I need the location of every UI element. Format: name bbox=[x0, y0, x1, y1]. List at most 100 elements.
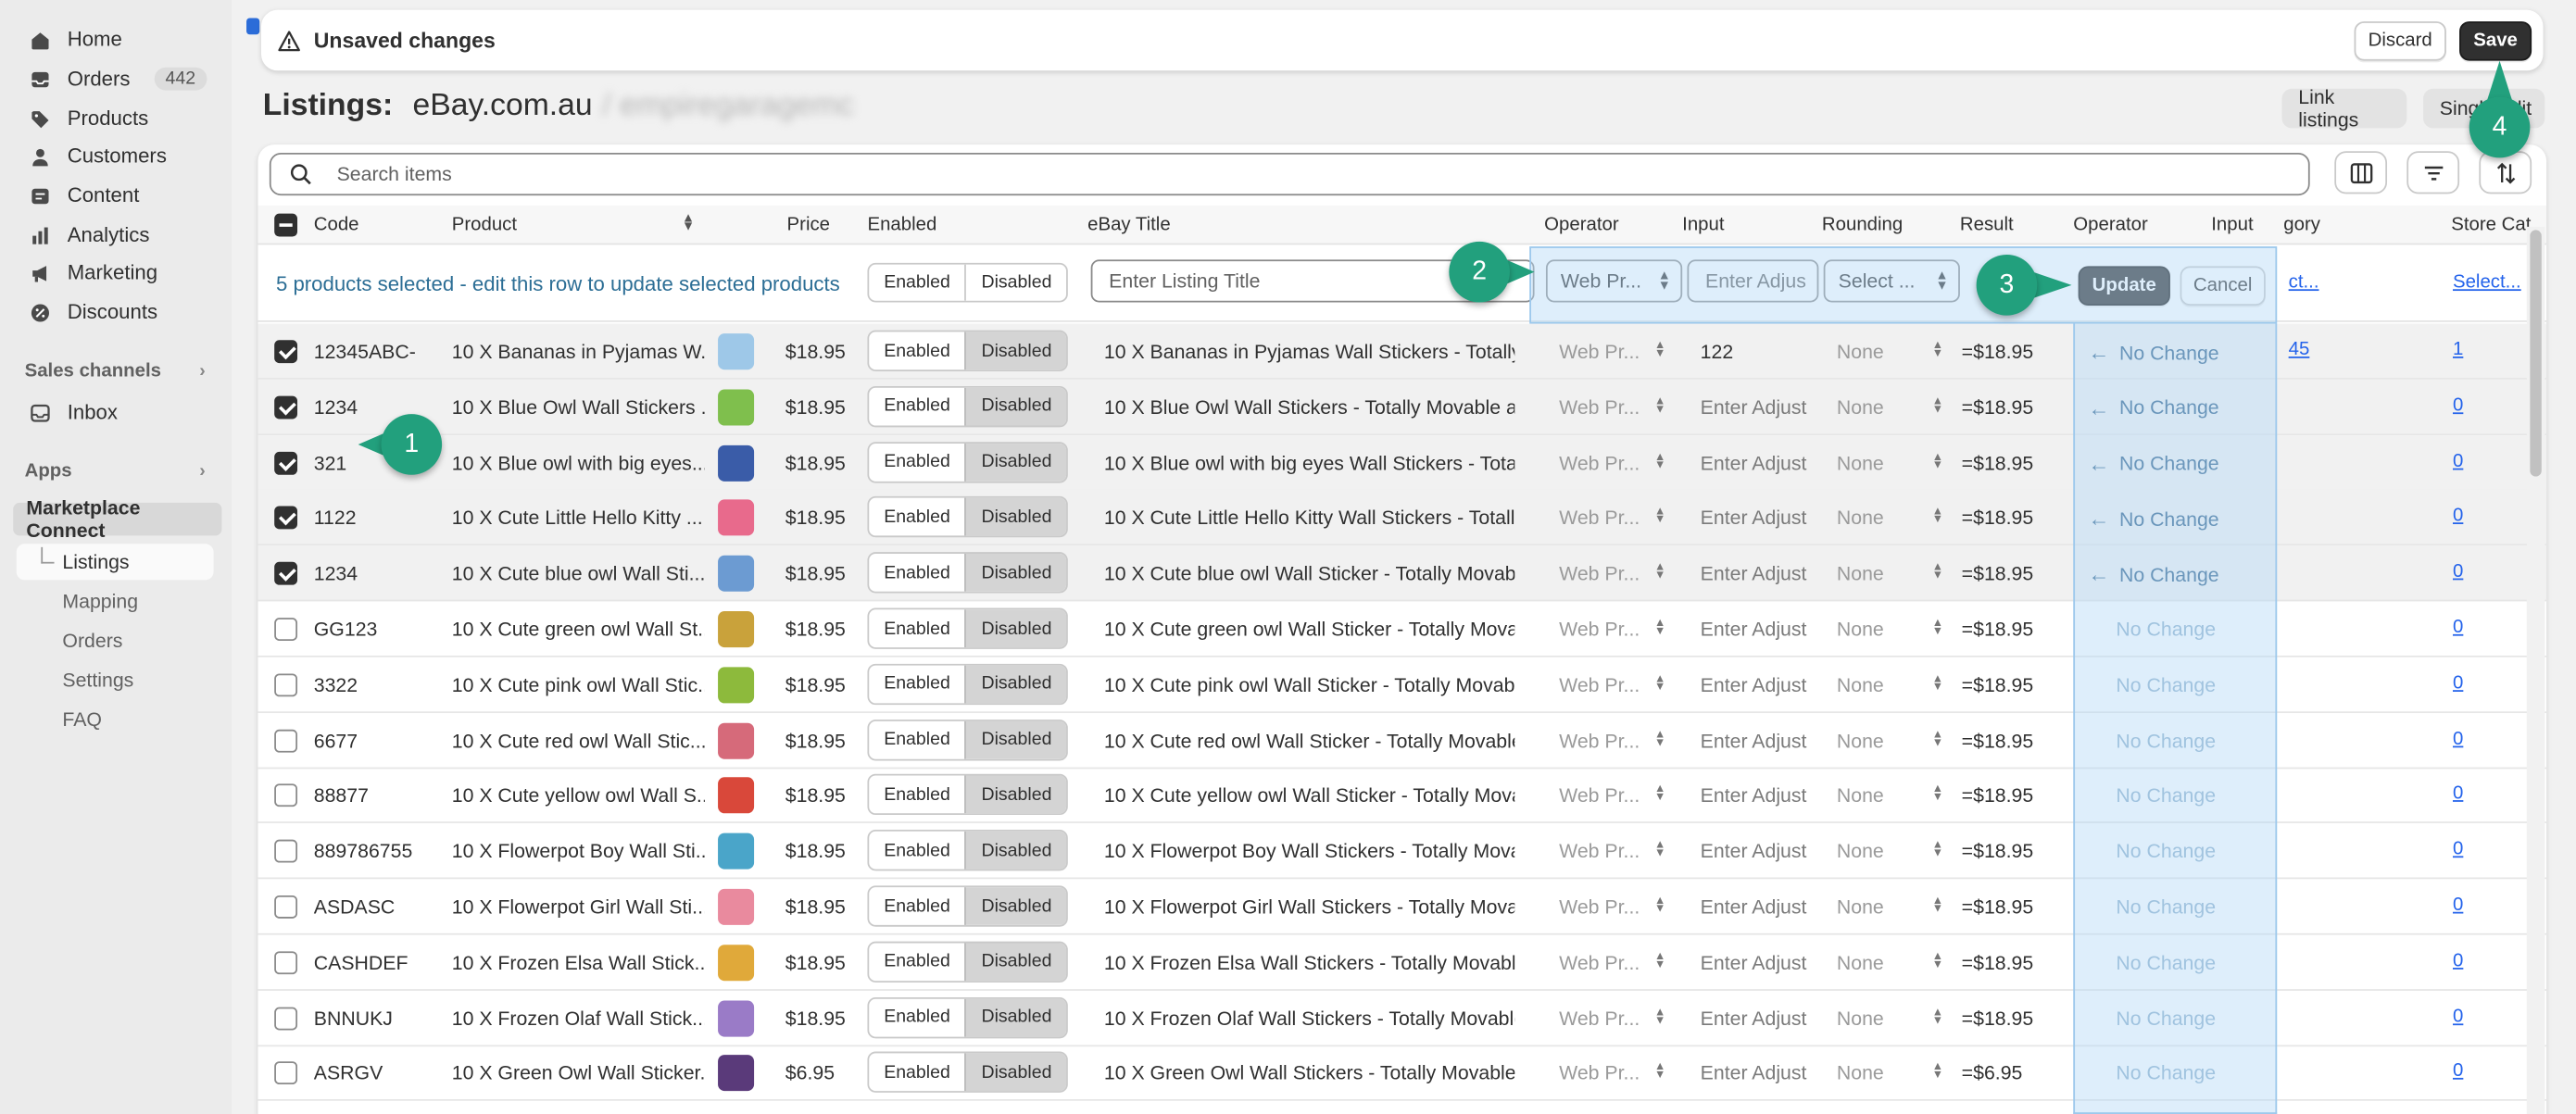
filter-button[interactable] bbox=[2406, 151, 2460, 194]
row-rounding-select[interactable]: None ▲ ▼ bbox=[1837, 895, 1943, 919]
row-disabled-option[interactable]: Disabled bbox=[964, 387, 1067, 426]
row-store-category-link[interactable]: 0 bbox=[2453, 729, 2463, 748]
row-adjust-input[interactable]: Enter Adjust bbox=[1701, 840, 1807, 863]
row-adjust-input[interactable]: Enter Adjust bbox=[1701, 1062, 1807, 1085]
row-ebay-title[interactable]: 10 X Flowerpot Boy Wall Stickers - Total… bbox=[1104, 840, 1514, 863]
row-disabled-option[interactable]: Disabled bbox=[964, 776, 1067, 814]
row-enabled-option[interactable]: Enabled bbox=[869, 498, 965, 536]
row-disabled-option[interactable]: Disabled bbox=[964, 720, 1067, 759]
row-rounding-select[interactable]: None ▲ ▼ bbox=[1837, 562, 1943, 585]
row-enabled-option[interactable]: Enabled bbox=[869, 1054, 965, 1092]
row-adjust-input[interactable]: Enter Adjust bbox=[1701, 618, 1807, 641]
column-header-store-category[interactable]: Store Cat bbox=[2451, 215, 2531, 234]
row-enabled-option[interactable]: Enabled bbox=[869, 998, 965, 1036]
row-store-category-link[interactable]: 0 bbox=[2453, 673, 2463, 693]
row-checkbox[interactable] bbox=[274, 562, 298, 585]
row-rounding-select[interactable]: None ▲ ▼ bbox=[1837, 507, 1943, 530]
row-disabled-option[interactable]: Disabled bbox=[964, 498, 1067, 537]
row-disabled-option[interactable]: Disabled bbox=[964, 1054, 1067, 1092]
row-adjust-input[interactable]: Enter Adjust bbox=[1701, 562, 1807, 585]
column-header-category[interactable]: gory bbox=[2283, 215, 2320, 234]
row-checkbox[interactable] bbox=[274, 1061, 298, 1085]
row-adjust-input[interactable]: Enter Adjust bbox=[1701, 451, 1807, 474]
sidebar-subitem-orders[interactable]: Orders bbox=[62, 630, 122, 653]
sidebar-item-analytics[interactable]: Analytics bbox=[13, 217, 217, 253]
row-ebay-title[interactable]: 10 X Flowerpot Girl Wall Stickers - Tota… bbox=[1104, 895, 1514, 919]
row-ebay-title[interactable]: 10 X Green Owl Wall Stickers - Totally M… bbox=[1104, 1062, 1514, 1085]
row-store-category-link[interactable]: 0 bbox=[2453, 840, 2463, 859]
row-rounding-select[interactable]: None ▲ ▼ bbox=[1837, 340, 1943, 363]
row-operator-select[interactable]: Web Pr... ▲ ▼ bbox=[1559, 618, 1665, 641]
row-enabled-option[interactable]: Enabled bbox=[869, 332, 965, 369]
row-enabled-option[interactable]: Enabled bbox=[869, 609, 965, 647]
search-input[interactable]: Search items bbox=[269, 153, 2310, 196]
row-disabled-option[interactable]: Disabled bbox=[964, 998, 1067, 1036]
row-operator-select[interactable]: Web Pr... ▲ ▼ bbox=[1559, 395, 1665, 419]
row-enabled-option[interactable]: Enabled bbox=[869, 887, 965, 925]
bulk-disabled-option[interactable]: Disabled bbox=[964, 264, 1067, 301]
sidebar-item-discounts[interactable]: Discounts bbox=[13, 294, 217, 331]
column-header-operator[interactable]: Operator bbox=[1544, 215, 1619, 234]
row-rounding-select[interactable]: None ▲ ▼ bbox=[1837, 395, 1943, 419]
bulk-category-link[interactable]: ct... bbox=[2289, 273, 2319, 293]
row-rounding-select[interactable]: None ▲ ▼ bbox=[1837, 1007, 1943, 1030]
sidebar-item-inbox[interactable]: Inbox bbox=[13, 394, 217, 431]
row-checkbox[interactable] bbox=[274, 895, 298, 919]
row-disabled-option[interactable]: Disabled bbox=[964, 943, 1067, 981]
row-enabled-option[interactable]: Enabled bbox=[869, 387, 965, 425]
row-checkbox[interactable] bbox=[274, 618, 298, 641]
row-operator-select[interactable]: Web Pr... ▲ ▼ bbox=[1559, 507, 1665, 530]
row-ebay-title[interactable]: 10 X Cute green owl Wall Sticker - Total… bbox=[1104, 618, 1514, 641]
row-store-category-link[interactable]: 0 bbox=[2453, 1062, 2463, 1082]
row-adjust-input[interactable]: 122 bbox=[1701, 340, 1734, 363]
row-operator-select[interactable]: Web Pr... ▲ ▼ bbox=[1559, 840, 1665, 863]
row-checkbox[interactable] bbox=[274, 673, 298, 696]
sales-channels-heading[interactable]: Sales channels › bbox=[25, 361, 206, 381]
row-disabled-option[interactable]: Disabled bbox=[964, 832, 1067, 870]
row-operator-select[interactable]: Web Pr... ▲ ▼ bbox=[1559, 784, 1665, 807]
row-checkbox[interactable] bbox=[274, 1006, 298, 1030]
row-store-category-link[interactable]: 0 bbox=[2453, 784, 2463, 804]
sidebar-subitem-settings[interactable]: Settings bbox=[62, 669, 133, 692]
row-checkbox[interactable] bbox=[274, 340, 298, 364]
row-enabled-option[interactable]: Enabled bbox=[869, 776, 965, 814]
row-store-category-link[interactable]: 0 bbox=[2453, 507, 2463, 526]
columns-button[interactable] bbox=[2334, 151, 2388, 194]
bulk-enabled-option[interactable]: Enabled bbox=[869, 265, 965, 301]
save-button[interactable]: Save bbox=[2459, 20, 2532, 60]
row-disabled-option[interactable]: Disabled bbox=[964, 443, 1067, 482]
row-operator-select[interactable]: Web Pr... ▲ ▼ bbox=[1559, 340, 1665, 363]
scrollbar[interactable] bbox=[2526, 226, 2545, 1114]
row-operator-select[interactable]: Web Pr... ▲ ▼ bbox=[1559, 729, 1665, 752]
row-rounding-select[interactable]: None ▲ ▼ bbox=[1837, 618, 1943, 641]
row-store-category-link[interactable]: 0 bbox=[2453, 451, 2463, 470]
row-rounding-select[interactable]: None ▲ ▼ bbox=[1837, 1062, 1943, 1085]
row-operator-select[interactable]: Web Pr... ▲ ▼ bbox=[1559, 1062, 1665, 1085]
row-disabled-option[interactable]: Disabled bbox=[964, 332, 1067, 370]
row-operator-select[interactable]: Web Pr... ▲ ▼ bbox=[1559, 673, 1665, 696]
row-store-category-link[interactable]: 1 bbox=[2453, 340, 2463, 359]
row-adjust-input[interactable]: Enter Adjust bbox=[1701, 1007, 1807, 1030]
sidebar-item-content[interactable]: Content bbox=[13, 178, 217, 214]
row-ebay-title[interactable]: 10 X Cute pink owl Wall Sticker - Totall… bbox=[1104, 673, 1514, 696]
column-header-product[interactable]: Product bbox=[452, 215, 517, 234]
row-checkbox[interactable] bbox=[274, 395, 298, 419]
column-header-category-operator[interactable]: Operator bbox=[2073, 215, 2148, 234]
row-store-category-link[interactable]: 0 bbox=[2453, 395, 2463, 415]
row-adjust-input[interactable]: Enter Adjust bbox=[1701, 951, 1807, 974]
row-enabled-option[interactable]: Enabled bbox=[869, 832, 965, 870]
sidebar-subitem-mapping[interactable]: Mapping bbox=[62, 590, 138, 613]
row-rounding-select[interactable]: None ▲ ▼ bbox=[1837, 784, 1943, 807]
row-store-category-link[interactable]: 0 bbox=[2453, 1007, 2463, 1026]
row-rounding-select[interactable]: None ▲ ▼ bbox=[1837, 840, 1943, 863]
row-operator-select[interactable]: Web Pr... ▲ ▼ bbox=[1559, 895, 1665, 919]
row-checkbox[interactable] bbox=[274, 950, 298, 974]
row-ebay-title[interactable]: 10 X Cute red owl Wall Sticker - Totally… bbox=[1104, 729, 1514, 752]
row-checkbox[interactable] bbox=[274, 840, 298, 863]
row-disabled-option[interactable]: Disabled bbox=[964, 887, 1067, 925]
row-adjust-input[interactable]: Enter Adjust bbox=[1701, 895, 1807, 919]
row-store-category-link[interactable]: 0 bbox=[2453, 618, 2463, 637]
sidebar-subitem-listings[interactable]: Listings bbox=[16, 544, 214, 581]
row-checkbox[interactable] bbox=[274, 451, 298, 475]
sidebar-item-home[interactable]: Home bbox=[13, 21, 217, 57]
